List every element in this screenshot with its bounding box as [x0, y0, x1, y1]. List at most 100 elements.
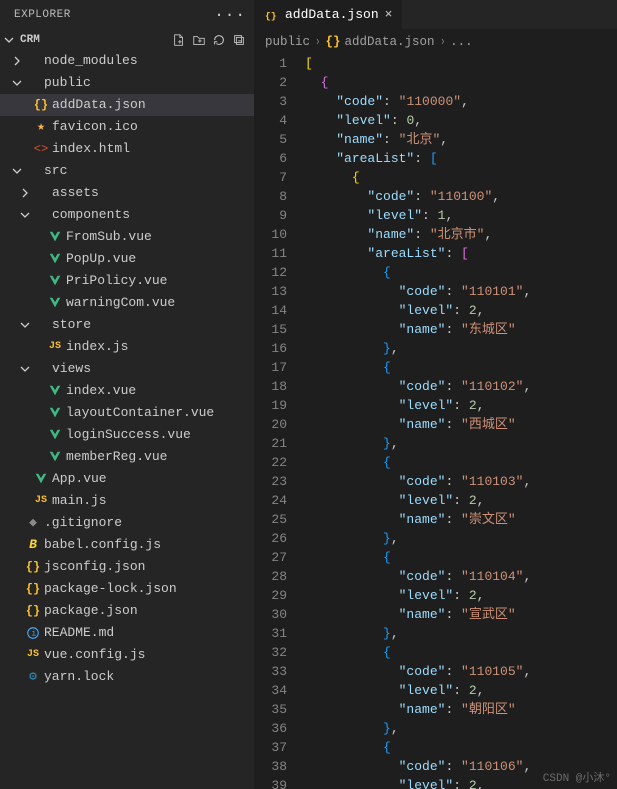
- file-main-js[interactable]: JSmain.js: [0, 490, 254, 512]
- file-readme-md[interactable]: iREADME.md: [0, 622, 254, 644]
- code-line[interactable]: "name": "东城区": [305, 320, 617, 339]
- folder-components[interactable]: components: [0, 204, 254, 226]
- folder-src[interactable]: src: [0, 160, 254, 182]
- code-line[interactable]: "level": 2,: [305, 586, 617, 605]
- chevron-down-icon: [10, 164, 24, 178]
- code-lines[interactable]: [ { "code": "110000", "level": 0, "name"…: [305, 54, 617, 789]
- chevron-down-icon: [18, 318, 32, 332]
- code-line[interactable]: "code": "110105",: [305, 662, 617, 681]
- file-layoutcontainer-vue[interactable]: layoutContainer.vue: [0, 402, 254, 424]
- code-line[interactable]: "name": "朝阳区": [305, 700, 617, 719]
- file-package-lock-json[interactable]: {}package-lock.json: [0, 578, 254, 600]
- chevron-down-icon: [10, 76, 24, 90]
- file-jsconfig-json[interactable]: {}jsconfig.json: [0, 556, 254, 578]
- project-header[interactable]: CRM: [0, 30, 254, 50]
- refresh-icon[interactable]: [212, 33, 226, 47]
- tab-label: addData.json: [285, 7, 379, 22]
- folder-views[interactable]: views: [0, 358, 254, 380]
- folder-store[interactable]: store: [0, 314, 254, 336]
- code-line[interactable]: "level": 2,: [305, 681, 617, 700]
- file-index-html[interactable]: <>index.html: [0, 138, 254, 160]
- code-line[interactable]: "name": "北京市",: [305, 225, 617, 244]
- collapse-all-icon[interactable]: [232, 33, 246, 47]
- folder-node-modules[interactable]: node_modules: [0, 50, 254, 72]
- close-icon[interactable]: ×: [385, 7, 393, 22]
- code-line[interactable]: "code": "110104",: [305, 567, 617, 586]
- code-line[interactable]: {: [305, 453, 617, 472]
- file-package-json[interactable]: {}package.json: [0, 600, 254, 622]
- code-line[interactable]: "name": "宣武区": [305, 605, 617, 624]
- code-line[interactable]: {: [305, 263, 617, 282]
- tree-item-label: index.vue: [66, 380, 136, 402]
- code-line[interactable]: "areaList": [: [305, 149, 617, 168]
- code-line[interactable]: "level": 0,: [305, 111, 617, 130]
- code-line[interactable]: "areaList": [: [305, 244, 617, 263]
- code-line[interactable]: "code": "110103",: [305, 472, 617, 491]
- chevron-down-icon: [18, 208, 32, 222]
- code-line[interactable]: {: [305, 168, 617, 187]
- file--gitignore[interactable]: ◆.gitignore: [0, 512, 254, 534]
- explorer-more-icon[interactable]: ···: [214, 6, 246, 24]
- code-line[interactable]: "name": "崇文区": [305, 510, 617, 529]
- code-editor[interactable]: 1234567891011121314151617181920212223242…: [255, 54, 617, 789]
- breadcrumb-segment[interactable]: public: [265, 35, 310, 49]
- code-line[interactable]: "level": 2,: [305, 301, 617, 320]
- folder-public[interactable]: public: [0, 72, 254, 94]
- html-icon: <>: [32, 138, 50, 160]
- code-line[interactable]: {: [305, 643, 617, 662]
- code-line[interactable]: "name": "西城区": [305, 415, 617, 434]
- code-line[interactable]: "level": 1,: [305, 206, 617, 225]
- code-line[interactable]: "name": "北京",: [305, 130, 617, 149]
- code-line[interactable]: },: [305, 339, 617, 358]
- file-babel-config-js[interactable]: Bbabel.config.js: [0, 534, 254, 556]
- ico-icon: ★: [32, 116, 50, 138]
- folder-assets[interactable]: assets: [0, 182, 254, 204]
- info-icon: i: [24, 626, 42, 640]
- code-line[interactable]: {: [305, 73, 617, 92]
- code-line[interactable]: {: [305, 358, 617, 377]
- code-line[interactable]: "level": 2,: [305, 491, 617, 510]
- svg-text:{}: {}: [265, 10, 277, 21]
- editor-area: {} addData.json × public › {} addData.js…: [255, 0, 617, 789]
- js-icon: JS: [24, 644, 42, 666]
- code-line[interactable]: "level": 2,: [305, 396, 617, 415]
- file-fromsub-vue[interactable]: FromSub.vue: [0, 226, 254, 248]
- breadcrumb-segment[interactable]: addData.json: [345, 35, 435, 49]
- file-yarn-lock[interactable]: ⚙yarn.lock: [0, 666, 254, 688]
- tab-adddata-json[interactable]: {} addData.json ×: [255, 0, 403, 29]
- code-line[interactable]: [: [305, 54, 617, 73]
- project-name: CRM: [20, 34, 40, 46]
- file-adddata-json[interactable]: {}addData.json: [0, 94, 254, 116]
- file-warningcom-vue[interactable]: warningCom.vue: [0, 292, 254, 314]
- new-file-icon[interactable]: [172, 33, 186, 47]
- code-line[interactable]: },: [305, 624, 617, 643]
- code-line[interactable]: {: [305, 738, 617, 757]
- code-line[interactable]: {: [305, 548, 617, 567]
- code-line[interactable]: "code": "110100",: [305, 187, 617, 206]
- breadcrumb-segment[interactable]: ...: [450, 35, 473, 49]
- file-vue-config-js[interactable]: JSvue.config.js: [0, 644, 254, 666]
- json-icon: {}: [24, 600, 42, 622]
- file-index-vue[interactable]: index.vue: [0, 380, 254, 402]
- code-line[interactable]: },: [305, 434, 617, 453]
- watermark: CSDN @小沐°: [543, 769, 611, 785]
- tree-item-label: src: [44, 160, 67, 182]
- new-folder-icon[interactable]: [192, 33, 206, 47]
- code-line[interactable]: "code": "110000",: [305, 92, 617, 111]
- code-line[interactable]: "code": "110101",: [305, 282, 617, 301]
- code-line[interactable]: },: [305, 529, 617, 548]
- file-popup-vue[interactable]: PopUp.vue: [0, 248, 254, 270]
- code-line[interactable]: "code": "110102",: [305, 377, 617, 396]
- file-loginsuccess-vue[interactable]: loginSuccess.vue: [0, 424, 254, 446]
- file-favicon-ico[interactable]: ★favicon.ico: [0, 116, 254, 138]
- file-memberreg-vue[interactable]: memberReg.vue: [0, 446, 254, 468]
- file-app-vue[interactable]: App.vue: [0, 468, 254, 490]
- tree-item-label: App.vue: [52, 468, 107, 490]
- file-pripolicy-vue[interactable]: PriPolicy.vue: [0, 270, 254, 292]
- breadcrumb[interactable]: public › {} addData.json › ...: [255, 29, 617, 54]
- json-icon: {}: [24, 556, 42, 578]
- code-line[interactable]: },: [305, 719, 617, 738]
- file-index-js[interactable]: JSindex.js: [0, 336, 254, 358]
- tree-item-label: PopUp.vue: [66, 248, 136, 270]
- chevron-right-icon: ›: [315, 35, 320, 49]
